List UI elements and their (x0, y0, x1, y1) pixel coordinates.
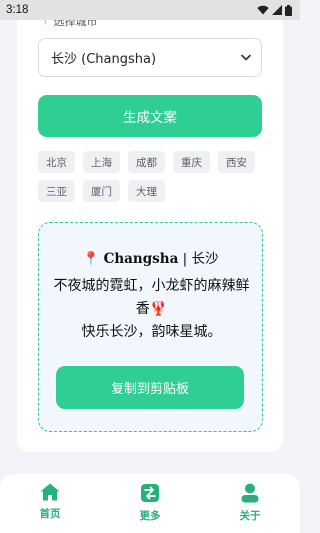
city-chip-chongqing[interactable]: 重庆 (173, 151, 210, 173)
battery-icon (285, 4, 292, 16)
home-icon (40, 483, 60, 501)
status-time: 3:18 (6, 4, 29, 16)
result-title-chinese: 长沙 (191, 251, 219, 267)
result-title: 📍 Changsha | 长沙 (39, 247, 262, 267)
wifi-icon (257, 5, 269, 15)
signal-icon (272, 5, 282, 15)
chevron-down-icon (241, 54, 251, 61)
city-chip-shanghai[interactable]: 上海 (83, 151, 120, 173)
result-panel: 📍 Changsha | 长沙 不夜城的霓虹，小龙虾的麻辣鲜香🦞 快乐长沙，韵味… (38, 222, 263, 432)
bottom-nav: 首页 更多 关于 (0, 474, 300, 533)
swap-icon (140, 483, 160, 503)
city-select[interactable]: 长沙 (Changsha) (38, 38, 262, 77)
nav-label-more: 更多 (139, 510, 161, 522)
quick-city-list: 北京 上海 成都 重庆 西安 三亚 厦门 大理 (38, 151, 268, 202)
city-chip-xian[interactable]: 西安 (218, 151, 255, 173)
user-icon (241, 483, 259, 503)
result-text: 不夜城的霓虹，小龙虾的麻辣鲜香🦞 快乐长沙，韵味星城。 (49, 275, 254, 344)
status-bar: 3:18 (0, 0, 300, 20)
nav-label-home: 首页 (39, 508, 61, 520)
location-pin-icon: 📍 (82, 251, 100, 267)
city-chip-beijing[interactable]: 北京 (38, 151, 75, 173)
status-icons (257, 4, 292, 16)
city-chip-sanya[interactable]: 三亚 (38, 180, 75, 202)
nav-item-more[interactable]: 更多 (100, 474, 200, 533)
nav-item-about[interactable]: 关于 (200, 474, 300, 533)
city-chip-chengdu[interactable]: 成都 (128, 151, 165, 173)
generate-button[interactable]: 生成文案 (38, 95, 262, 137)
result-title-english: Changsha (103, 251, 179, 267)
nav-item-home[interactable]: 首页 (0, 474, 100, 533)
copy-to-clipboard-button[interactable]: 复制到剪贴板 (56, 366, 244, 409)
result-line-2: 快乐长沙，韵味星城。 (81, 324, 222, 340)
city-chip-dali[interactable]: 大理 (128, 180, 165, 202)
main-card: 📍 选择城市 长沙 (Changsha) 生成文案 北京 上海 成都 重庆 西安… (17, 0, 283, 452)
result-line-1: 不夜城的霓虹，小龙虾的麻辣鲜香🦞 (53, 278, 250, 317)
city-select-value: 长沙 (Changsha) (51, 52, 157, 67)
city-chip-xiamen[interactable]: 厦门 (83, 180, 120, 202)
result-title-separator: | (178, 251, 192, 267)
nav-label-about: 关于 (239, 510, 261, 522)
